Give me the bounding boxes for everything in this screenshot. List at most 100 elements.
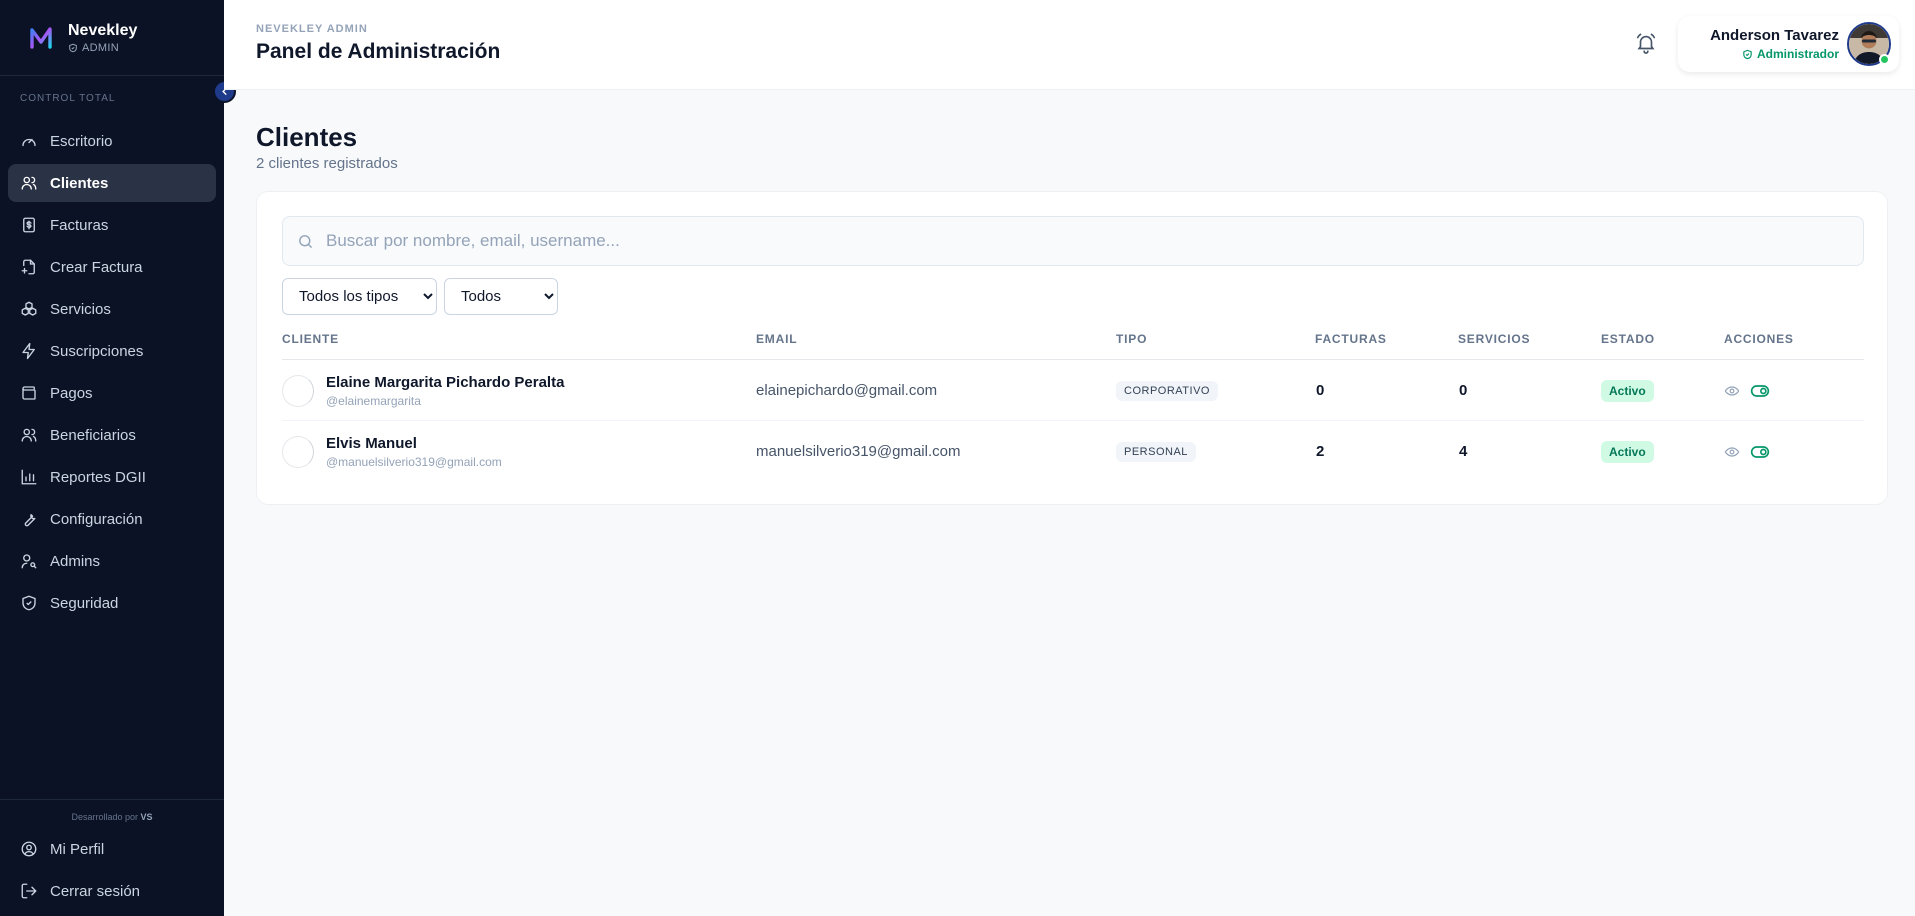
search-bar (282, 216, 1864, 266)
sidebar-item-label: Servicios (50, 300, 111, 318)
boxes-icon (21, 301, 37, 316)
eye-icon[interactable] (1724, 444, 1740, 460)
toggle-on-icon[interactable] (1750, 381, 1770, 401)
sidebar-item-admins[interactable]: Admins (8, 542, 216, 580)
service-count: 4 (1459, 443, 1468, 460)
credit-author: VS (140, 812, 153, 822)
client-name: Elvis Manuel (326, 434, 417, 452)
client-email: elainepichardo@gmail.com (756, 382, 938, 399)
sidebar-item-label: Pagos (50, 384, 93, 402)
top-header: NEVEKLEY ADMIN Panel de Administración A… (224, 0, 1915, 90)
invoice-count: 2 (1316, 443, 1325, 460)
sidebar-item-label: Cerrar sesión (50, 882, 141, 900)
page-subtitle: 2 clientes registrados (256, 155, 398, 172)
user-menu[interactable]: Anderson Tavarez Administrador (1678, 16, 1899, 72)
column-header-tipo: TIPO (1116, 332, 1148, 346)
bar-chart-icon (21, 469, 37, 485)
sidebar-item-label: Configuración (50, 510, 143, 528)
sidebar-nav: Escritorio Clientes Facturas Crear Factu… (0, 122, 224, 622)
client-type-badge: CORPORATIVO (1116, 380, 1218, 401)
brand: Nevekley ADMIN (0, 0, 224, 76)
client-username: @elainemargarita (326, 393, 421, 408)
wrench-icon (24, 514, 36, 527)
user-role: Administrador (1710, 47, 1839, 61)
status-filter-select[interactable]: Todos (444, 278, 558, 315)
sidebar-item-suscripciones[interactable]: Suscripciones (8, 332, 216, 370)
client-cell: Elvis Manuel @manuelsilverio319@gmail.co… (282, 421, 502, 482)
sidebar-item-pagos[interactable]: Pagos (8, 374, 216, 412)
sidebar: Nevekley ADMIN CONTROL TOTAL Escritorio … (0, 0, 224, 916)
search-icon (299, 234, 312, 248)
sidebar-item-label: Clientes (50, 174, 109, 192)
table-row[interactable]: Elvis Manuel @manuelsilverio319@gmail.co… (282, 421, 1864, 482)
client-avatar-broken-image (282, 435, 314, 468)
shield-icon (69, 43, 77, 53)
sidebar-item-facturas[interactable]: Facturas (8, 206, 216, 244)
client-username: @manuelsilverio319@gmail.com (326, 454, 502, 469)
sidebar-item-clientes[interactable]: Clientes (8, 164, 216, 202)
sidebar-item-crear-factura[interactable]: Crear Factura (8, 248, 216, 286)
nevekley-logo (30, 26, 52, 49)
sidebar-item-label: Mi Perfil (50, 840, 105, 858)
invoice-icon (23, 217, 35, 233)
gauge-icon (22, 138, 36, 147)
sidebar-item-reportes-dgii[interactable]: Reportes DGII (8, 458, 216, 496)
status-cell: Activo (1601, 421, 1654, 482)
create-invoice-icon (21, 259, 35, 275)
client-cell: Elaine Margarita Pichardo Peralta @elain… (282, 360, 564, 421)
toggle-on-icon[interactable] (1750, 442, 1770, 462)
column-header-cliente: CLIENTE (282, 332, 339, 346)
column-header-servicios: SERVICIOS (1458, 332, 1531, 346)
page-title: Clientes (256, 122, 358, 152)
column-header-facturas: FACTURAS (1315, 332, 1387, 346)
users-icon (21, 176, 37, 190)
sidebar-item-mi-perfil[interactable]: Mi Perfil (8, 830, 216, 868)
header-title: Panel de Administración (256, 40, 501, 63)
service-count: 0 (1459, 382, 1468, 399)
credit-prefix: Desarrollado por (71, 812, 138, 822)
bell-icon[interactable] (1635, 32, 1657, 54)
shield-check-icon (22, 595, 36, 611)
sidebar-item-configuracion[interactable]: Configuración (8, 500, 216, 538)
wallet-icon (22, 386, 36, 400)
sidebar-item-label: Reportes DGII (50, 468, 146, 486)
sidebar-item-escritorio[interactable]: Escritorio (8, 122, 216, 160)
online-status-dot (1879, 54, 1890, 65)
invoice-count: 0 (1316, 382, 1325, 399)
status-cell: Activo (1601, 360, 1654, 421)
sidebar-section-label: CONTROL TOTAL (20, 93, 116, 104)
user-group-icon (21, 428, 37, 442)
status-badge: Activo (1601, 379, 1654, 402)
actions-cell (1724, 421, 1770, 482)
brand-name: Nevekley (68, 22, 138, 39)
column-header-email: EMAIL (756, 332, 798, 346)
user-role-label: Administrador (1756, 47, 1839, 61)
clients-card: Todos los tipos Todos CLIENTE EMAIL TIPO… (256, 191, 1888, 505)
sidebar-item-label: Escritorio (50, 132, 113, 150)
sidebar-item-beneficiarios[interactable]: Beneficiarios (8, 416, 216, 454)
user-name: Anderson Tavarez (1710, 27, 1839, 44)
client-type-badge: PERSONAL (1116, 441, 1196, 462)
user-circle-icon (21, 841, 37, 857)
client-type-cell: PERSONAL (1116, 421, 1196, 482)
sidebar-item-label: Beneficiarios (50, 426, 136, 444)
sidebar-item-servicios[interactable]: Servicios (8, 290, 216, 328)
table-row[interactable]: Elaine Margarita Pichardo Peralta @elain… (282, 360, 1864, 421)
client-avatar-broken-image (282, 374, 314, 407)
client-name: Elaine Margarita Pichardo Peralta (326, 373, 565, 391)
column-header-estado: ESTADO (1601, 332, 1655, 346)
eye-icon[interactable] (1724, 383, 1740, 399)
client-type-cell: CORPORATIVO (1116, 360, 1218, 421)
sidebar-item-seguridad[interactable]: Seguridad (8, 584, 216, 622)
sidebar-item-label: Facturas (50, 216, 109, 234)
developer-credit: Desarrollado por VS (0, 812, 224, 822)
sidebar-item-label: Suscripciones (50, 342, 144, 360)
brand-role: ADMIN (68, 42, 137, 54)
sidebar-item-label: Admins (50, 552, 101, 570)
logout-button[interactable]: Cerrar sesión (8, 872, 216, 910)
client-email: manuelsilverio319@gmail.com (756, 443, 961, 460)
search-input[interactable] (326, 231, 1826, 251)
type-filter-select[interactable]: Todos los tipos (282, 278, 437, 315)
user-key-icon (21, 554, 37, 569)
sidebar-item-label: Crear Factura (50, 258, 143, 276)
